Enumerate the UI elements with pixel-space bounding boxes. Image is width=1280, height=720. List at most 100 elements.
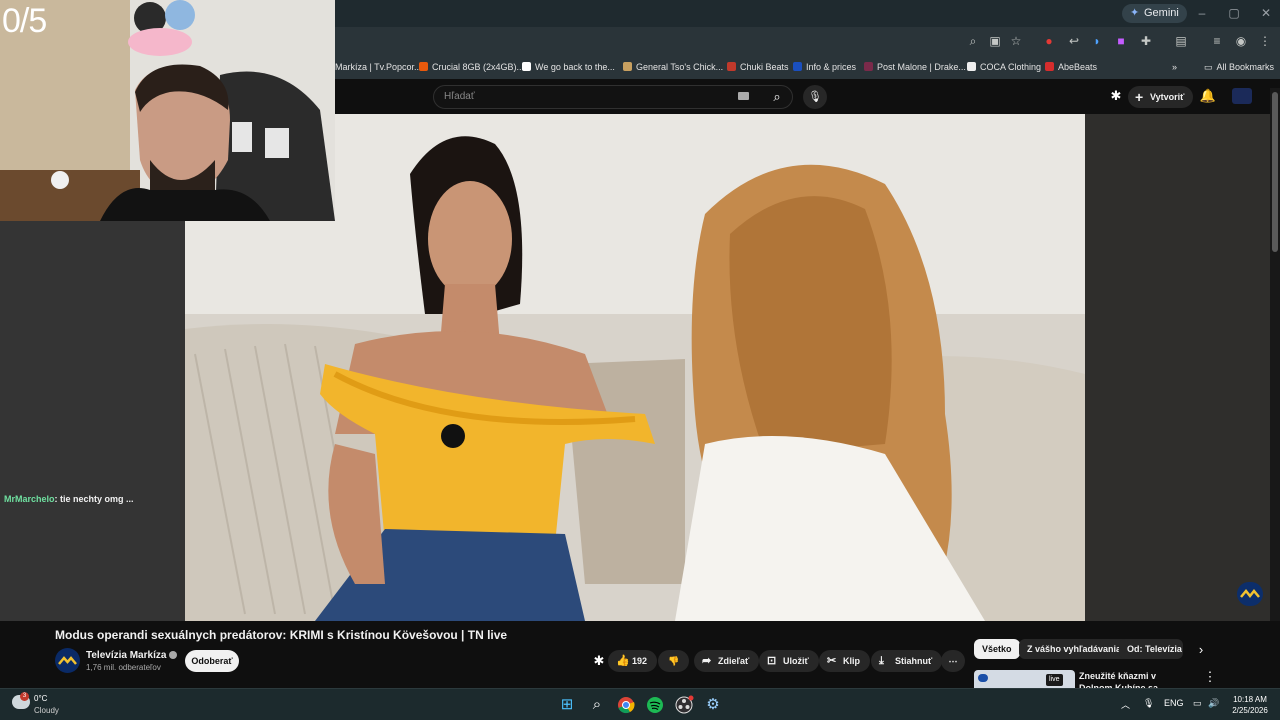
- bookmark-favicon-icon: [419, 62, 428, 71]
- bookmarks-overflow-icon[interactable]: »: [1172, 59, 1177, 75]
- microphone-icon[interactable]: 🎙: [1143, 698, 1154, 709]
- page-scrollbar[interactable]: [1270, 88, 1280, 621]
- network-icon[interactable]: ▭: [1193, 698, 1202, 709]
- extension-arrow-icon[interactable]: ↩: [1066, 33, 1082, 49]
- weather-temperature[interactable]: 0°C: [34, 694, 47, 703]
- chat-username: MrMarchelo: [4, 494, 55, 504]
- gemini-icon: ✦: [1130, 7, 1140, 19]
- search-icon[interactable]: ⌕: [587, 695, 607, 715]
- extension-purple-icon[interactable]: ■: [1113, 33, 1129, 49]
- search-input[interactable]: Hľadať: [444, 91, 475, 102]
- clock[interactable]: 10:18 AM 2/25/2026: [1230, 694, 1270, 716]
- chip-from-search[interactable]: Z vášho vyhľadávania: [1019, 639, 1130, 659]
- all-bookmarks-button[interactable]: ▭ All Bookmarks: [1204, 59, 1274, 75]
- language-indicator[interactable]: ENG: [1164, 698, 1184, 708]
- minimize-icon[interactable]: –: [1192, 4, 1212, 22]
- subscriber-count: 1,76 mil. odberateľov: [86, 663, 161, 672]
- maximize-icon[interactable]: ▢: [1224, 4, 1244, 22]
- bookmark-favicon-icon: [967, 62, 976, 71]
- more-actions-icon[interactable]: ⋯: [941, 650, 965, 672]
- zoom-icon[interactable]: ⌕: [965, 33, 981, 49]
- scrollbar-thumb[interactable]: [1272, 92, 1278, 252]
- recommendation-thumbnail[interactable]: live: [974, 670, 1075, 688]
- bookmark-favicon-icon: [522, 62, 531, 71]
- chip-from-channel[interactable]: Od: Televízia M: [1119, 639, 1183, 659]
- bookmark-label: Crucial 8GB (2x4GB)...: [432, 62, 525, 72]
- share-button[interactable]: ➦ Zdieľať: [694, 650, 760, 672]
- video-ambient-left: [0, 221, 185, 621]
- extension-gear-icon[interactable]: ✱: [1107, 87, 1125, 105]
- scissors-icon: ✂: [827, 655, 837, 667]
- bookmark-item[interactable]: Post Malone | Drake...: [864, 59, 966, 75]
- notifications-bell-icon[interactable]: 🔔: [1199, 87, 1217, 105]
- bookmark-label: Chuki Beats: [740, 62, 789, 72]
- chevron-right-icon[interactable]: ›: [1192, 641, 1210, 659]
- download-button[interactable]: ⤓ Stiahnuť: [871, 650, 943, 672]
- channel-name: Televízia Markíza: [86, 650, 167, 661]
- chip-all[interactable]: Všetko: [974, 639, 1020, 659]
- channel-name-link[interactable]: Televízia Markíza: [86, 650, 178, 661]
- obs-icon[interactable]: [674, 695, 694, 715]
- screen: ✦ Gemini – ▢ ✕ ⌕ ▣ ☆ ● ↩ ◗ ■ ✚ ▤ ≡ ◉ ⋮ M…: [0, 0, 1280, 720]
- chat-message: MrMarchelo: tie nechty omg ...: [4, 494, 134, 504]
- like-button[interactable]: 👍 192: [608, 650, 658, 672]
- bookmark-item[interactable]: COCA Clothing: [967, 59, 1041, 75]
- channel-watermark-icon[interactable]: [1237, 582, 1263, 606]
- bookmark-item[interactable]: Markíza | Tv.Popcor...: [335, 59, 422, 75]
- webcam-image: [0, 0, 335, 221]
- keyboard-icon[interactable]: [738, 92, 749, 100]
- bookmark-label: Post Malone | Drake...: [877, 62, 966, 72]
- bookmark-star-icon[interactable]: ☆: [1008, 33, 1024, 49]
- spotify-icon[interactable]: [645, 695, 665, 715]
- extensions-puzzle-icon[interactable]: ✚: [1138, 33, 1154, 49]
- profile-avatar-icon[interactable]: ◉: [1233, 33, 1249, 49]
- sidepanel-icon[interactable]: ▤: [1173, 33, 1189, 49]
- chat-text: : tie nechty omg ...: [54, 494, 134, 504]
- media-queue-icon[interactable]: ≡: [1209, 33, 1225, 49]
- bookmark-favicon-icon: [1045, 62, 1054, 71]
- bookmark-item[interactable]: Crucial 8GB (2x4GB)...: [419, 59, 524, 75]
- bookmark-item[interactable]: AbeBeats: [1045, 59, 1097, 75]
- bookmark-item[interactable]: General Tso's Chick...: [623, 59, 723, 75]
- dislike-button[interactable]: 👎: [658, 650, 690, 672]
- subscribe-button[interactable]: Odoberať: [185, 650, 239, 672]
- plus-icon: +: [1135, 89, 1144, 105]
- recommendation-menu-icon[interactable]: ⋮: [1201, 668, 1219, 686]
- bookmark-label: Markíza | Tv.Popcor...: [335, 62, 422, 72]
- clip-button[interactable]: ✂ Klip: [819, 650, 870, 672]
- mic-icon[interactable]: 🎙: [803, 85, 827, 109]
- download-label: Stiahnuť: [895, 656, 933, 666]
- bookmark-label: We go back to the...: [535, 62, 615, 72]
- search-icon[interactable]: ⌕: [762, 87, 792, 107]
- weather-condition[interactable]: Cloudy: [34, 706, 59, 715]
- channel-avatar[interactable]: [55, 648, 80, 673]
- bookmark-favicon-icon: [727, 62, 736, 71]
- chrome-icon[interactable]: [616, 695, 636, 715]
- save-button[interactable]: ⊡ Uložiť: [759, 650, 819, 672]
- menu-dots-icon[interactable]: ⋮: [1257, 33, 1273, 49]
- bookmark-item[interactable]: Chuki Beats: [727, 59, 789, 75]
- create-button[interactable]: + Vytvoriť: [1128, 86, 1193, 108]
- tray-overflow-icon[interactable]: ︿: [1121, 698, 1130, 711]
- clip-label: Klip: [843, 656, 860, 666]
- channel-logo-icon: [978, 674, 988, 682]
- start-windows-icon[interactable]: ⊞: [557, 695, 577, 715]
- gemini-label: Gemini: [1144, 7, 1179, 19]
- bookmark-item[interactable]: Info & prices: [793, 59, 856, 75]
- account-avatar[interactable]: [1232, 88, 1252, 104]
- close-icon[interactable]: ✕: [1256, 4, 1276, 22]
- search-box[interactable]: Hľadať ⌕: [433, 85, 793, 109]
- extension-gear-icon[interactable]: ✱: [590, 652, 608, 670]
- bookmark-item[interactable]: We go back to the...: [522, 59, 615, 75]
- recommendation-title[interactable]: Zneužité kňazmi v Dolnom Kubíne sa dočka…: [1079, 670, 1189, 688]
- extension-record-icon[interactable]: ●: [1041, 33, 1057, 49]
- cast-icon[interactable]: ▣: [987, 33, 1003, 49]
- extension-audio-icon[interactable]: ◗: [1089, 33, 1105, 49]
- volume-icon[interactable]: 🔊: [1208, 698, 1219, 709]
- video-title: Modus operandi sexuálnych predátorov: KR…: [55, 628, 508, 642]
- gemini-button[interactable]: ✦ Gemini: [1122, 4, 1187, 23]
- bookmark-favicon-icon: [793, 62, 802, 71]
- weather-badge: 3: [20, 692, 29, 701]
- steam-icon[interactable]: ⚙: [703, 695, 723, 715]
- video-ambient-right: [1085, 114, 1270, 621]
